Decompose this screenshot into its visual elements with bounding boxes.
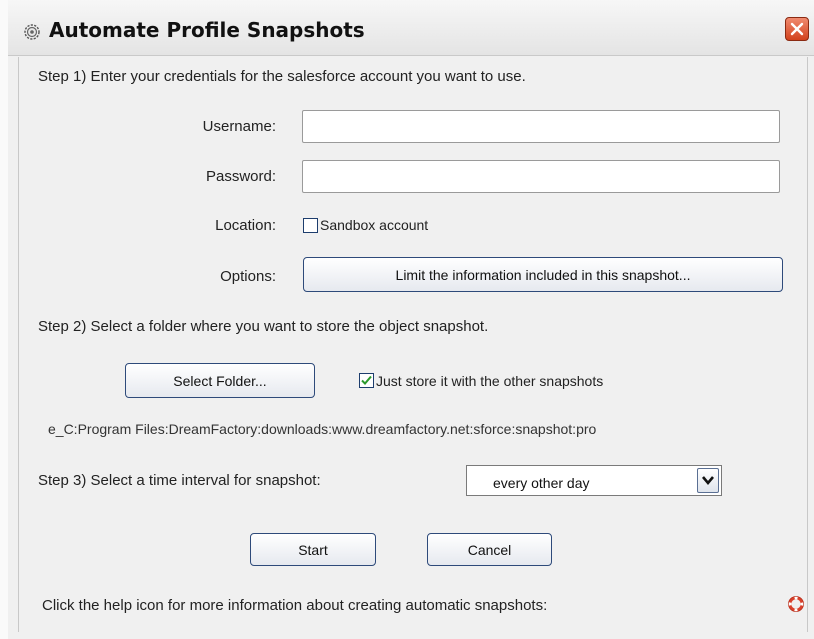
store-with-others-checkbox[interactable]: [359, 373, 374, 388]
start-button[interactable]: Start: [250, 533, 376, 566]
dialog-body: [18, 57, 808, 632]
username-label: Username:: [202, 118, 276, 135]
dialog-window: Automate Profile Snapshots Step 1) Enter…: [8, 0, 814, 639]
chevron-down-icon[interactable]: [697, 468, 719, 493]
interval-selected-value: every other day: [493, 475, 590, 491]
store-with-others-label[interactable]: Just store it with the other snapshots: [376, 373, 603, 389]
close-button[interactable]: [785, 17, 809, 41]
cancel-button[interactable]: Cancel: [427, 533, 552, 566]
step3-heading: Step 3) Select a time interval for snaps…: [38, 472, 321, 489]
limit-information-button[interactable]: Limit the information included in this s…: [303, 257, 783, 292]
sandbox-label[interactable]: Sandbox account: [320, 217, 428, 233]
sandbox-checkbox[interactable]: [303, 218, 318, 233]
gear-icon: [22, 22, 42, 42]
username-field[interactable]: [302, 110, 780, 143]
step2-heading: Step 2) Select a folder where you want t…: [38, 318, 489, 335]
location-label: Location:: [215, 217, 276, 234]
select-folder-button[interactable]: Select Folder...: [125, 363, 315, 398]
step1-heading: Step 1) Enter your credentials for the s…: [38, 68, 526, 85]
title-bar[interactable]: Automate Profile Snapshots: [8, 0, 814, 56]
window-title: Automate Profile Snapshots: [49, 18, 365, 42]
close-icon: [790, 22, 804, 36]
password-field[interactable]: [302, 160, 780, 193]
interval-dropdown[interactable]: every other day: [466, 465, 722, 496]
options-label: Options:: [220, 268, 276, 285]
password-label: Password:: [205, 168, 276, 185]
checkmark-icon: [361, 375, 372, 385]
folder-path: е_C:Program Files:DreamFactory:downloads…: [48, 421, 597, 437]
help-text: Click the help icon for more information…: [42, 597, 548, 614]
help-lifebuoy-icon[interactable]: [788, 596, 804, 612]
